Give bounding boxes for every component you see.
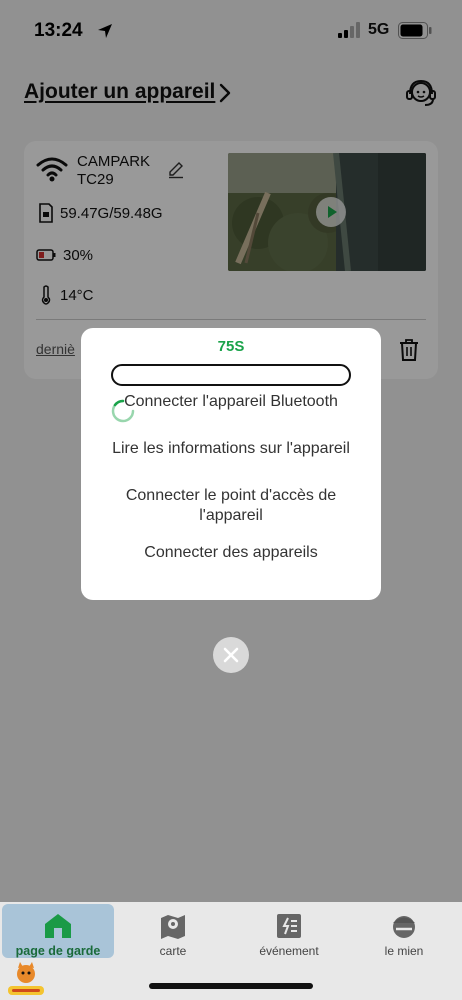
mascot-logo-icon: [8, 962, 44, 995]
countdown-timer: 75S: [217, 338, 245, 355]
connection-progress-dialog: 75S Connecter l'appareil Bluetooth Lire …: [81, 328, 381, 600]
event-list-icon: [277, 914, 301, 938]
tab-map[interactable]: carte: [116, 904, 230, 958]
step-read-info: Lire les informations sur l'appareil: [112, 440, 350, 457]
step-hotspot: Connecter le point d'accès de l'appareil: [125, 487, 337, 524]
tab-home[interactable]: page de garde: [2, 904, 114, 958]
close-icon: [223, 647, 239, 663]
profile-icon: [393, 916, 415, 938]
tab-profile[interactable]: le mien: [348, 904, 460, 958]
tab-home-label: page de garde: [15, 944, 101, 958]
close-button[interactable]: [213, 637, 249, 673]
connection-progress-bar: [111, 364, 351, 386]
tab-events-label: événement: [259, 944, 319, 958]
step-bluetooth: Connecter l'appareil Bluetooth: [124, 393, 338, 410]
step-connect-devices: Connecter des appareils: [144, 544, 318, 561]
tab-profile-label: le mien: [384, 944, 424, 958]
tab-events[interactable]: événement: [232, 904, 346, 958]
tab-map-label: carte: [159, 944, 187, 958]
home-indicator[interactable]: [149, 983, 313, 989]
home-icon: [45, 914, 71, 938]
map-pin-icon: [161, 915, 185, 939]
